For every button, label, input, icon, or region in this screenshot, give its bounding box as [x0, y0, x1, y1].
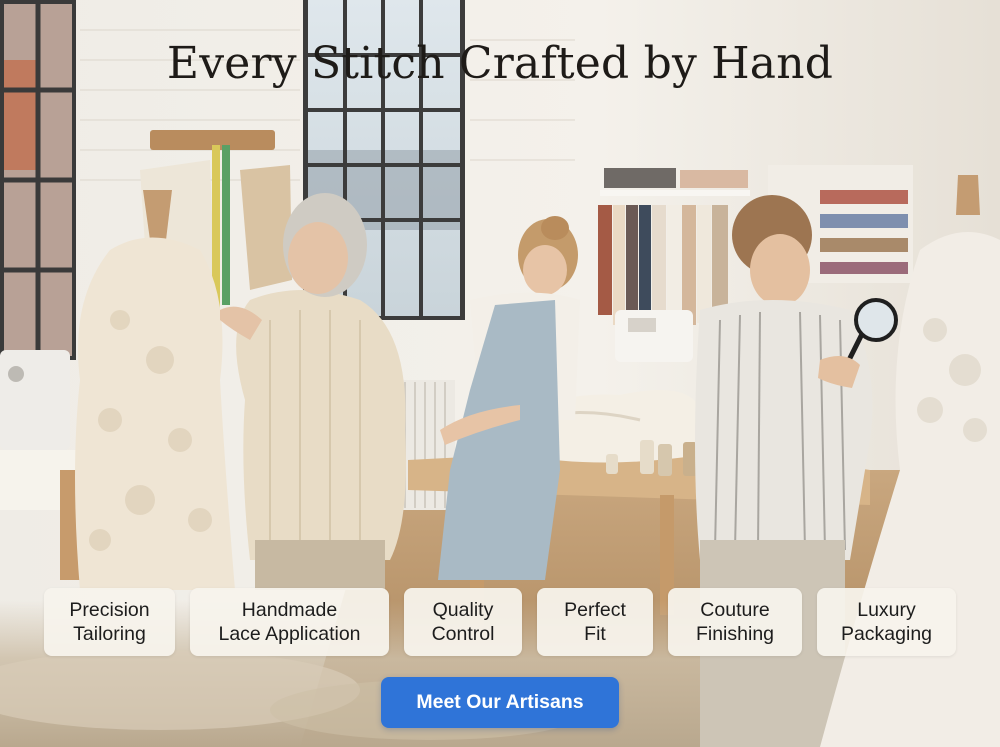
chip-couture-finishing: Couture Finishing: [668, 588, 802, 656]
chip-line: Finishing: [695, 623, 775, 645]
chip-line: Fit: [584, 623, 606, 645]
chip-line: Tailoring: [73, 623, 146, 645]
page-title: Every Stitch Crafted by Hand: [166, 38, 834, 89]
chip-line: Packaging: [840, 623, 933, 645]
meet-our-artisans-button[interactable]: Meet Our Artisans: [381, 677, 619, 728]
chip-line: Quality: [432, 599, 494, 621]
chip-line: Handmade: [241, 599, 338, 621]
chip-line: Precision: [69, 599, 150, 621]
chip-line: Luxury: [857, 599, 916, 621]
chip-line: Control: [431, 623, 495, 645]
chip-line: Lace Application: [218, 623, 361, 645]
chip-precision-tailoring: Precision Tailoring: [44, 588, 175, 656]
chip-line: Perfect: [564, 599, 626, 621]
chip-perfect-fit: Perfect Fit: [537, 588, 653, 656]
chip-line: Couture: [700, 599, 770, 621]
chip-luxury-packaging: Luxury Packaging: [817, 588, 956, 656]
chip-handmade-lace-application: Handmade Lace Application: [190, 588, 389, 656]
chip-quality-control: Quality Control: [404, 588, 522, 656]
